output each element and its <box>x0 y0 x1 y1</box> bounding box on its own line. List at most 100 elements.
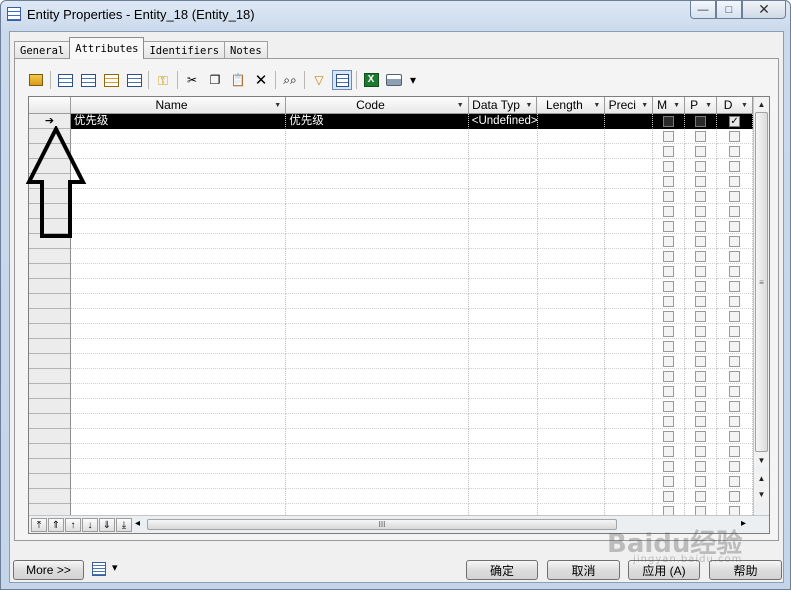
table-cell-name[interactable] <box>70 354 287 369</box>
table-cell-m[interactable] <box>653 174 686 189</box>
close-button[interactable]: ✕ <box>742 1 786 19</box>
column-header-name[interactable]: Name ▼ <box>70 97 287 114</box>
table-cell-prec[interactable] <box>605 384 654 399</box>
checkbox[interactable] <box>729 340 741 352</box>
column-dropdown-icon[interactable]: ▼ <box>703 100 714 110</box>
checkbox[interactable] <box>729 385 741 397</box>
table-cell-dtype[interactable] <box>468 459 538 474</box>
table-cell-d[interactable] <box>717 249 753 264</box>
checkbox[interactable] <box>729 235 741 247</box>
move-up-icon[interactable]: ↑ <box>65 518 81 532</box>
table-cell-prec[interactable] <box>605 159 654 174</box>
table-cell-name[interactable] <box>70 234 287 249</box>
table-cell-dtype[interactable] <box>468 264 538 279</box>
table-cell-dtype[interactable]: <Undefined> <box>468 114 538 129</box>
table-row[interactable] <box>29 414 753 429</box>
row-header[interactable] <box>29 399 71 414</box>
table-cell-dtype[interactable] <box>468 384 538 399</box>
checkbox[interactable] <box>729 160 741 172</box>
cut-icon[interactable]: ✂ <box>182 70 202 90</box>
table-cell-d[interactable] <box>717 399 753 414</box>
table-cell-code[interactable] <box>286 384 469 399</box>
table-cell-p[interactable] <box>685 399 718 414</box>
table-cell-m[interactable] <box>653 324 686 339</box>
table-cell-d[interactable] <box>717 459 753 474</box>
checkbox[interactable] <box>695 235 707 247</box>
table-cell-length[interactable] <box>537 309 606 324</box>
table-cell-length[interactable] <box>537 159 606 174</box>
table-cell-length[interactable] <box>537 114 606 129</box>
table-cell-d[interactable] <box>717 144 753 159</box>
tab-identifiers[interactable]: Identifiers <box>143 41 226 59</box>
table-cell-code[interactable] <box>286 144 469 159</box>
cancel-button[interactable]: 取消 <box>547 560 620 580</box>
checkbox[interactable] <box>695 355 707 367</box>
table-cell-name[interactable] <box>70 309 287 324</box>
row-header[interactable] <box>29 429 71 444</box>
table-cell-prec[interactable] <box>605 429 654 444</box>
apply-button[interactable]: 应用 (A) <box>628 560 700 580</box>
checkbox[interactable] <box>695 160 707 172</box>
table-cell-d[interactable] <box>717 384 753 399</box>
row-header[interactable] <box>29 264 71 279</box>
move-page-down-icon[interactable]: ⇓ <box>99 518 115 532</box>
table-cell-prec[interactable] <box>605 399 654 414</box>
table-cell-d[interactable] <box>717 294 753 309</box>
table-cell-length[interactable] <box>537 204 606 219</box>
create-identifier-icon[interactable]: ⚿ <box>153 70 173 90</box>
table-cell-length[interactable] <box>537 249 606 264</box>
help-button[interactable]: 帮助 <box>709 560 782 580</box>
checkbox[interactable] <box>695 115 707 127</box>
scroll-left-icon[interactable]: ◂ <box>135 518 140 529</box>
table-cell-prec[interactable] <box>605 249 654 264</box>
table-cell-code[interactable] <box>286 279 469 294</box>
table-cell-m[interactable] <box>653 144 686 159</box>
checkbox[interactable] <box>663 250 675 262</box>
table-cell-name[interactable] <box>70 219 287 234</box>
table-cell-length[interactable] <box>537 444 606 459</box>
table-cell-p[interactable] <box>685 264 718 279</box>
table-cell-p[interactable] <box>685 219 718 234</box>
table-cell-code[interactable] <box>286 219 469 234</box>
table-cell-dtype[interactable] <box>468 399 538 414</box>
checkbox[interactable] <box>729 265 741 277</box>
table-row[interactable] <box>29 384 753 399</box>
table-cell-length[interactable] <box>537 264 606 279</box>
table-cell-p[interactable] <box>685 354 718 369</box>
table-cell-code[interactable] <box>286 264 469 279</box>
table-cell-name[interactable] <box>70 189 287 204</box>
table-cell-name[interactable] <box>70 489 287 504</box>
checkbox[interactable] <box>695 415 707 427</box>
table-cell-length[interactable] <box>537 489 606 504</box>
table-row[interactable] <box>29 459 753 474</box>
checkbox[interactable] <box>695 340 707 352</box>
table-cell-prec[interactable] <box>605 369 654 384</box>
more-button[interactable]: More >> <box>13 560 84 580</box>
table-cell-prec[interactable] <box>605 414 654 429</box>
checkbox[interactable] <box>695 385 707 397</box>
checkbox[interactable] <box>729 145 741 157</box>
table-row[interactable] <box>29 324 753 339</box>
table-cell-m[interactable] <box>653 384 686 399</box>
row-header[interactable] <box>29 279 71 294</box>
column-dropdown-icon[interactable]: ▼ <box>739 100 750 110</box>
checkbox[interactable] <box>695 265 707 277</box>
checkbox[interactable] <box>729 475 741 487</box>
column-header-displayed[interactable]: D ▼ <box>717 97 753 114</box>
column-dropdown-icon[interactable]: ▼ <box>639 100 650 110</box>
table-row[interactable] <box>29 264 753 279</box>
table-cell-name[interactable] <box>70 384 287 399</box>
table-cell-d[interactable] <box>717 429 753 444</box>
table-cell-code[interactable] <box>286 459 469 474</box>
column-header-length[interactable]: Length ▼ <box>537 97 606 114</box>
table-cell-prec[interactable] <box>605 129 654 144</box>
table-cell-d[interactable] <box>717 309 753 324</box>
checkbox[interactable] <box>729 220 741 232</box>
table-row[interactable] <box>29 399 753 414</box>
checkbox[interactable] <box>695 130 707 142</box>
table-cell-name[interactable] <box>70 339 287 354</box>
table-cell-d[interactable] <box>717 279 753 294</box>
table-cell-code[interactable] <box>286 399 469 414</box>
table-cell-code[interactable] <box>286 294 469 309</box>
scroll-up-icon[interactable]: ▲ <box>754 471 769 485</box>
